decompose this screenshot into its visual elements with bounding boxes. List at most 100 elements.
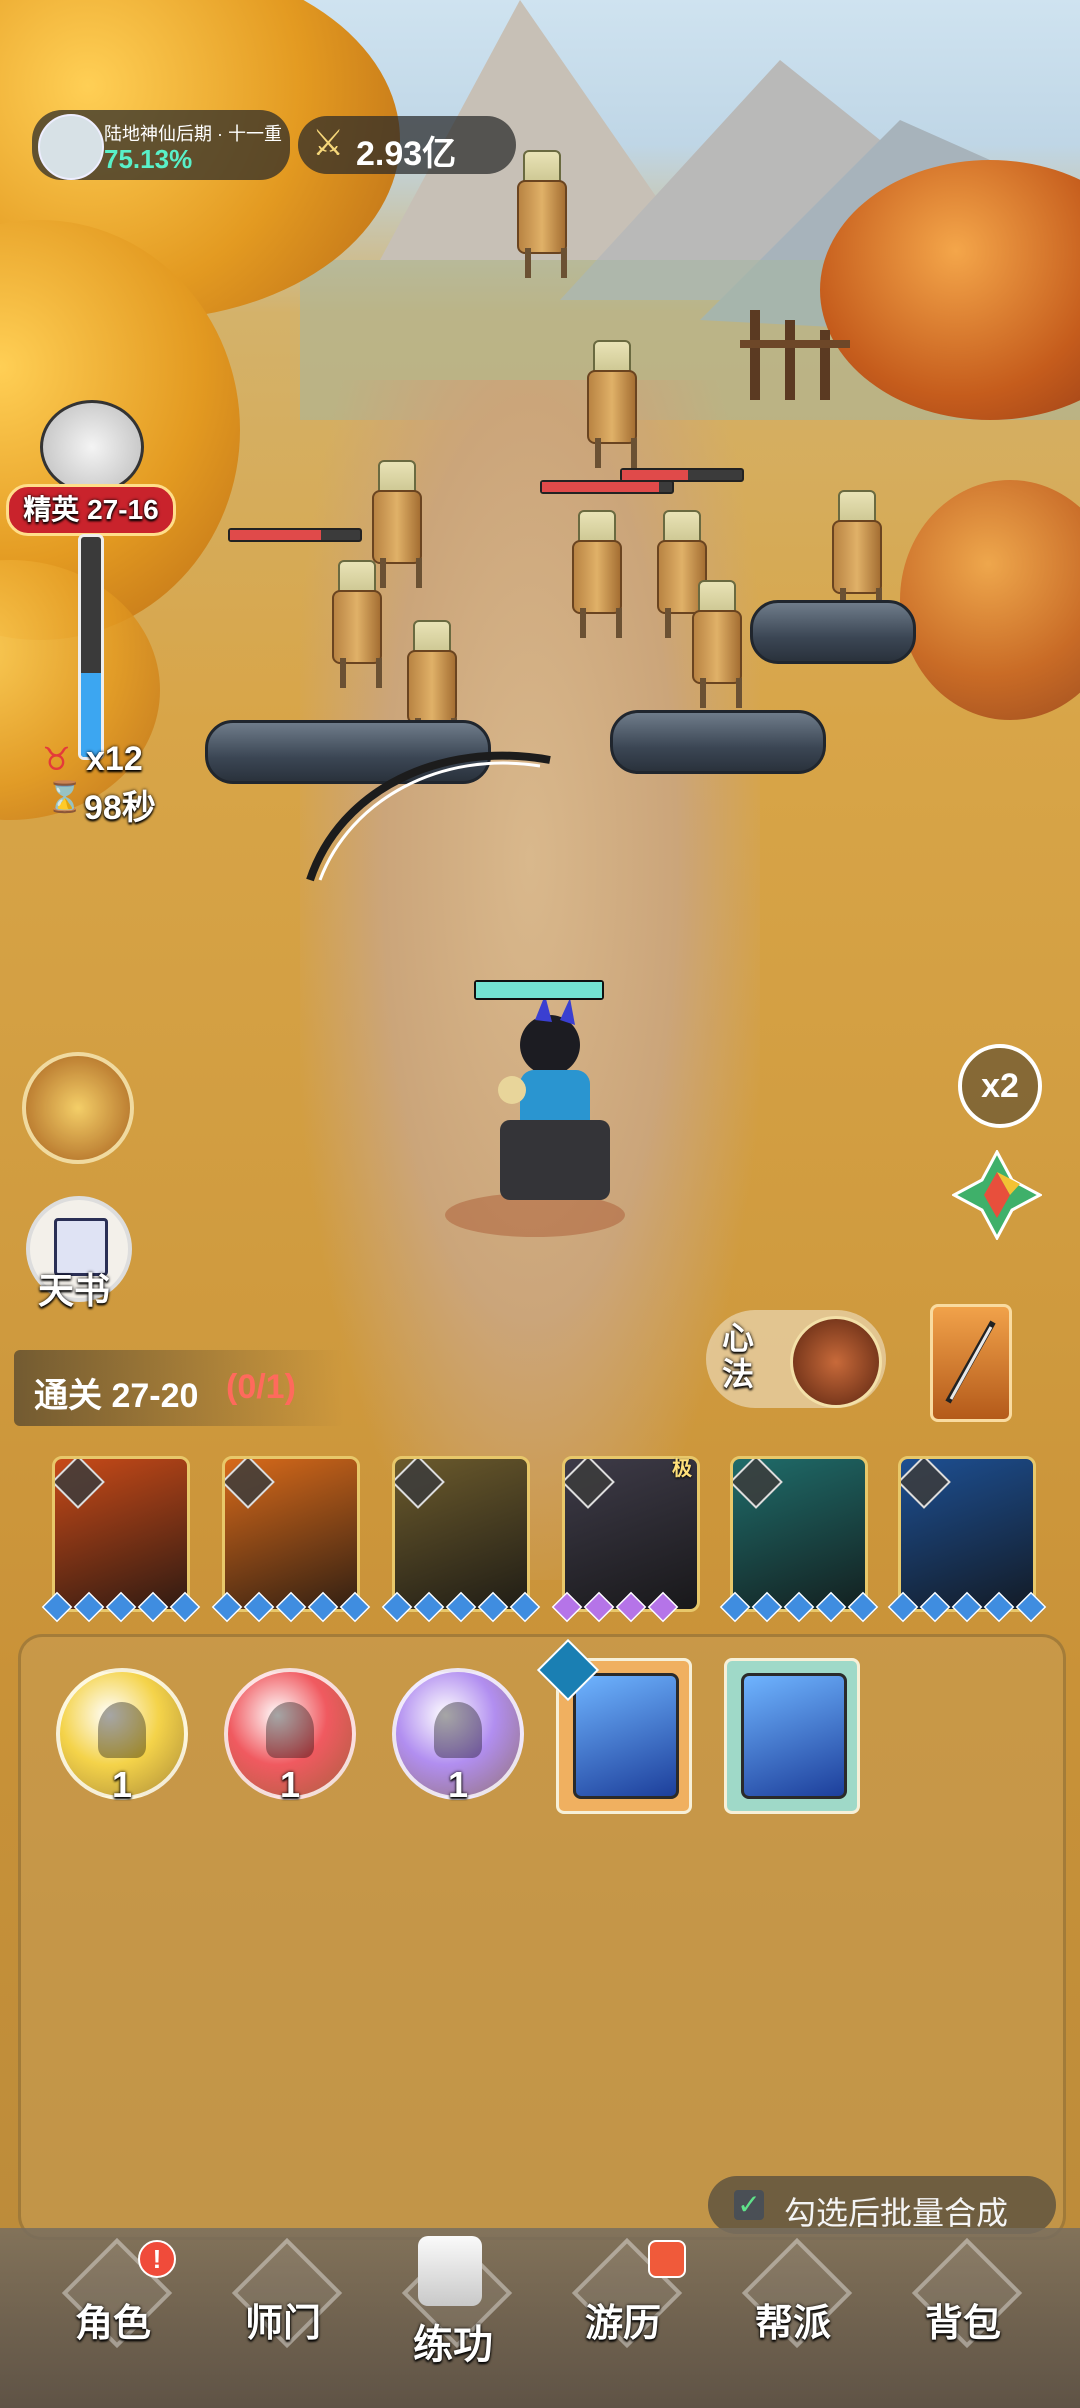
wooden-dummy-enemy (575, 340, 645, 470)
wooden-dummy-enemy (320, 560, 390, 690)
hero-hp-bar (474, 980, 604, 1000)
ice-skill-book[interactable] (724, 1658, 860, 1814)
nav-label: 背包 (924, 2303, 1001, 2345)
combat-power[interactable]: ⚔ 2.93亿 (298, 116, 516, 174)
nav-item-5[interactable]: 背包 (888, 2237, 1038, 2370)
color-star-icon[interactable] (950, 1148, 1044, 1242)
nav-item-1[interactable]: 师门 (208, 2237, 358, 2370)
gold-orb[interactable]: 1 (56, 1668, 188, 1805)
realm-avatar-icon (38, 114, 104, 180)
star-gem-icon (583, 1591, 615, 1623)
skill-element-tag-icon (395, 1459, 445, 1509)
wooden-dummy-enemy (505, 150, 575, 280)
crossed-swords-icon: ⚔ (312, 122, 345, 163)
star-gem-icon (477, 1591, 509, 1623)
star-gem-icon (815, 1591, 847, 1623)
blade-icon (945, 1320, 996, 1404)
nav-active-pillar-icon (418, 2236, 482, 2306)
nav-label: 角色 (74, 2303, 151, 2345)
skill-card-corner-tag: 极 (672, 1458, 692, 1480)
orb-count: 1 (111, 1764, 133, 1805)
spiked-log (610, 710, 826, 774)
hourglass-icon: ⌛ (46, 781, 84, 814)
star-gem-icon (275, 1591, 307, 1623)
star-gem-icon (887, 1591, 919, 1623)
star-gem-icon (339, 1591, 371, 1623)
spiked-log (750, 600, 916, 664)
skill-star-gems (887, 1591, 1047, 1623)
star-gem-icon (445, 1591, 477, 1623)
skill-element-tag-icon (901, 1459, 951, 1509)
star-gem-icon (983, 1591, 1015, 1623)
star-gem-icon (647, 1591, 679, 1623)
boss-search-icon[interactable] (40, 400, 144, 494)
time-left: 98秒 (84, 789, 156, 827)
xinfa-icon (790, 1316, 882, 1408)
nav-item-4[interactable]: 帮派 (718, 2237, 868, 2370)
wooden-dummy-enemy (680, 580, 750, 710)
skill-art-icon (741, 1673, 847, 1799)
star-gem-icon (1015, 1591, 1047, 1623)
clear-goal-progress: (0/1) (226, 1368, 296, 1406)
realm-progress: 75.13% (104, 144, 193, 174)
skill-star-gems (41, 1591, 201, 1623)
skill-card-fire-skill-1[interactable] (52, 1456, 190, 1612)
star-gem-icon (105, 1591, 137, 1623)
enemy-hp-bar (228, 528, 362, 542)
star-gem-icon (137, 1591, 169, 1623)
red-orb[interactable]: 1 (224, 1668, 356, 1805)
skill-star-gems (551, 1591, 679, 1623)
monk-silhouette-icon (266, 1702, 314, 1758)
clear-goal-text: 通关 27-20 (34, 1377, 199, 1415)
realm-status[interactable]: 陆地神仙后期 · 十一重 75.13% (32, 110, 290, 180)
star-gem-icon (41, 1591, 73, 1623)
star-gem-icon (243, 1591, 275, 1623)
blade-weapon-button[interactable] (930, 1304, 1012, 1422)
nav-label: 游历 (584, 2303, 661, 2345)
checkbox-checked-icon: ✓ (734, 2190, 764, 2220)
wave-progress-bar (78, 534, 104, 760)
star-gem-icon (919, 1591, 951, 1623)
skill-element-tag-icon (565, 1459, 615, 1509)
xinfa-button[interactable]: 心法 (706, 1310, 886, 1408)
star-gem-icon (413, 1591, 445, 1623)
skill-star-gems (211, 1591, 371, 1623)
nav-item-3[interactable]: 游历 (548, 2237, 698, 2370)
skill-card-ice-skill[interactable] (898, 1456, 1036, 1612)
xinfa-label: 心法 (722, 1320, 755, 1392)
monk-silhouette-icon (434, 1702, 482, 1758)
clear-goal-bar[interactable]: 通关 27-20 (0/1) (14, 1350, 344, 1426)
star-gem-icon (783, 1591, 815, 1623)
nav-item-0[interactable]: 角色! (38, 2237, 188, 2370)
gift-badge-icon (648, 2240, 686, 2278)
purple-orb[interactable]: 1 (392, 1668, 524, 1805)
elite-stage-label: 精英 27-16 (6, 484, 176, 536)
remaining-waves: x12 (86, 740, 143, 778)
skill-card-buddha-skill[interactable] (222, 1456, 360, 1612)
skill-art-icon (573, 1673, 679, 1799)
skill-card-blade-skill-1[interactable] (392, 1456, 530, 1612)
enemy-hp-bar (620, 468, 744, 482)
wooden-dummy-enemy (560, 510, 630, 640)
star-gem-icon (307, 1591, 339, 1623)
star-gem-icon (719, 1591, 751, 1623)
star-gem-icon (751, 1591, 783, 1623)
star-gem-icon (381, 1591, 413, 1623)
orb-count: 1 (279, 1764, 301, 1805)
star-gem-icon (615, 1591, 647, 1623)
skill-star-gems (381, 1591, 541, 1623)
speed-x2-button[interactable]: x2 (958, 1044, 1042, 1128)
power-value: 2.93亿 (356, 135, 457, 173)
skill-element-tag-icon (225, 1459, 275, 1509)
star-gem-icon (509, 1591, 541, 1623)
treasure-bag-button[interactable] (22, 1052, 134, 1164)
skill-element-tag-icon (733, 1459, 783, 1509)
alert-badge: ! (138, 2240, 176, 2278)
star-gem-icon (73, 1591, 105, 1623)
autumn-tree (900, 480, 1080, 720)
star-gem-icon (169, 1591, 201, 1623)
skill-card-jade-skill[interactable] (730, 1456, 868, 1612)
batch-merge-toggle[interactable]: ✓ 勾选后批量合成 (708, 2176, 1056, 2234)
slash-effect (306, 751, 551, 882)
star-gem-icon (951, 1591, 983, 1623)
